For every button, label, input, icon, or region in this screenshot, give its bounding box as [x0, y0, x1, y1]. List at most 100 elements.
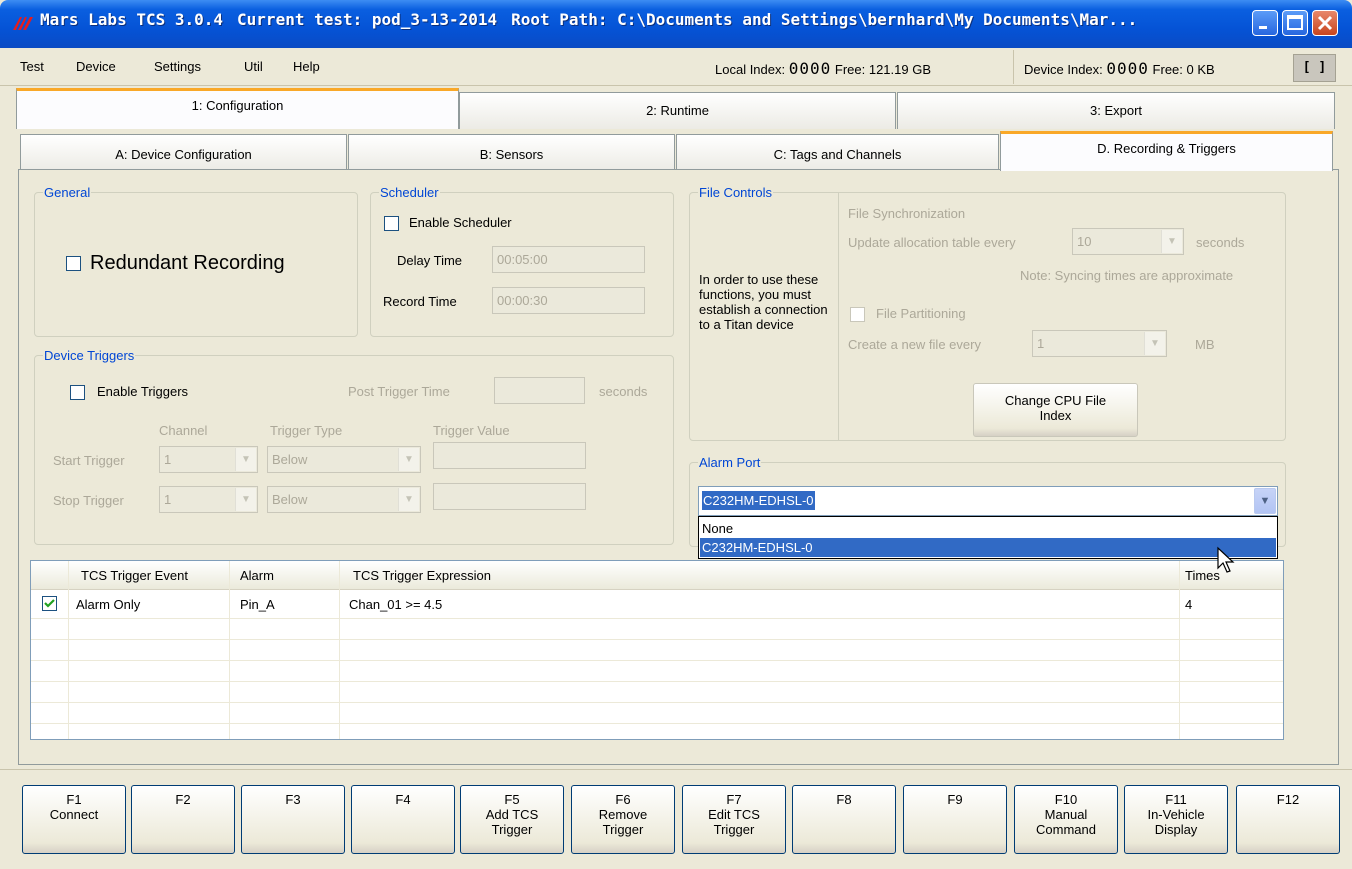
file-controls-divider: [838, 193, 839, 441]
local-index-label: Local Index:: [715, 62, 786, 77]
minimize-button[interactable]: [1252, 10, 1278, 36]
chevron-down-icon: ▼: [398, 448, 419, 471]
general-legend: General: [44, 185, 91, 200]
close-button[interactable]: [1312, 10, 1338, 36]
f6-remove-trigger-button[interactable]: F6 Remove Trigger: [571, 785, 675, 854]
fkey-label: F4: [395, 792, 411, 807]
alarm-port-legend: Alarm Port: [699, 455, 761, 470]
fkey-label: F6: [615, 792, 631, 807]
alarm-port-value: C232HM-EDHSL-0: [702, 491, 815, 510]
stop-trigger-value-input[interactable]: [433, 483, 586, 510]
file-controls-legend: File Controls: [699, 185, 772, 200]
alarm-port-select[interactable]: C232HM-EDHSL-0 ▼: [698, 486, 1278, 516]
title-bar[interactable]: Mars Labs TCS 3.0.4 Current test: pod_3-1…: [0, 0, 1352, 48]
enable-scheduler-checkbox[interactable]: [384, 216, 399, 231]
change-cpu-line2: Index: [1039, 408, 1072, 423]
device-status-box: [ ]: [1293, 54, 1336, 82]
tab-export[interactable]: 3: Export: [897, 92, 1335, 129]
f9-button[interactable]: F9: [903, 785, 1007, 854]
start-type-select[interactable]: Below ▼: [267, 446, 421, 473]
f5-add-tcs-trigger-button[interactable]: F5 Add TCS Trigger: [460, 785, 564, 854]
fkey-text: Trigger: [491, 822, 533, 837]
delay-time-input[interactable]: 00:05:00: [492, 246, 645, 273]
grid-row-line: [31, 618, 1283, 619]
chevron-down-icon: ▼: [235, 488, 256, 511]
menu-help[interactable]: Help: [293, 59, 320, 74]
stop-channel-value: 1: [164, 492, 172, 507]
f7-edit-tcs-trigger-button[interactable]: F7 Edit TCS Trigger: [682, 785, 786, 854]
fkey-label: F11: [1165, 792, 1187, 807]
fkey-text: In-Vehicle: [1147, 807, 1205, 822]
start-trigger-value-input[interactable]: [433, 442, 586, 469]
tab-tags-and-channels[interactable]: C: Tags and Channels: [676, 134, 999, 171]
menu-util[interactable]: Util: [244, 59, 263, 74]
fkey-text: Trigger: [713, 822, 755, 837]
start-channel-select[interactable]: 1 ▼: [159, 446, 258, 473]
alarm-port-option-none[interactable]: None: [700, 519, 1276, 538]
f3-button[interactable]: F3: [241, 785, 345, 854]
minimize-icon: [1259, 26, 1267, 29]
grid-row-line: [31, 660, 1283, 661]
f2-button[interactable]: F2: [131, 785, 235, 854]
file-partitioning-checkbox[interactable]: [850, 307, 865, 322]
header-alarm[interactable]: Alarm: [240, 568, 274, 583]
chevron-down-icon: ▼: [1144, 332, 1165, 355]
f4-button[interactable]: F4: [351, 785, 455, 854]
tab-configuration[interactable]: 1: Configuration: [16, 88, 459, 129]
fkey-text: Command: [1036, 822, 1096, 837]
f11-in-vehicle-display-button[interactable]: F11 In-Vehicle Display: [1124, 785, 1228, 854]
alarm-port-options: None C232HM-EDHSL-0: [698, 516, 1278, 559]
tab-device-configuration[interactable]: A: Device Configuration: [20, 134, 347, 171]
stop-channel-select[interactable]: 1 ▼: [159, 486, 258, 513]
menu-test[interactable]: Test: [20, 59, 44, 74]
row-times: 4: [1185, 597, 1193, 612]
start-trigger-label: Start Trigger: [53, 453, 125, 468]
tab-recording-triggers[interactable]: D. Recording & Triggers: [1000, 131, 1333, 171]
fkey-label: F3: [285, 792, 301, 807]
title-path: Root Path: C:\Documents and Settings\ber…: [511, 10, 1138, 29]
fkey-label: F5: [504, 792, 520, 807]
trigger-type-header: Trigger Type: [270, 423, 343, 438]
f12-button[interactable]: F12: [1236, 785, 1340, 854]
fkey-text: Connect: [49, 807, 99, 822]
fkey-label: F9: [947, 792, 963, 807]
fkey-label: F10: [1054, 792, 1078, 807]
stop-type-select[interactable]: Below ▼: [267, 486, 421, 513]
checkmark-icon: [44, 599, 55, 608]
record-time-label: Record Time: [383, 294, 457, 309]
enable-scheduler-label: Enable Scheduler: [409, 215, 512, 230]
alarm-port-option-c232hm[interactable]: C232HM-EDHSL-0: [700, 538, 1276, 557]
menu-bar: Test Device Settings Util Help Local Ind…: [0, 48, 1352, 86]
f1-connect-button[interactable]: F1 Connect: [22, 785, 126, 854]
f8-button[interactable]: F8: [792, 785, 896, 854]
change-cpu-file-index-button[interactable]: Change CPU File Index: [973, 383, 1138, 437]
row-enabled-checkbox[interactable]: [42, 596, 57, 611]
header-times[interactable]: Times: [1185, 568, 1220, 583]
menu-settings[interactable]: Settings: [154, 59, 201, 74]
file-sync-label: File Synchronization: [848, 206, 966, 221]
f10-manual-command-button[interactable]: F10 Manual Command: [1014, 785, 1118, 854]
tcs-trigger-grid[interactable]: TCS Trigger Event Alarm TCS Trigger Expr…: [30, 560, 1284, 740]
function-key-bar: F1 Connect F2 F3 F4 F5 Add TCS Trigger F6 Re…: [0, 769, 1352, 869]
tab-sensors[interactable]: B: Sensors: [348, 134, 675, 171]
partition-size-select[interactable]: 1 ▼: [1032, 330, 1167, 357]
fkey-text: Trigger: [602, 822, 644, 837]
tab-runtime[interactable]: 2: Runtime: [459, 92, 896, 129]
fkey-text: Edit TCS: [708, 807, 760, 822]
channel-header: Channel: [159, 423, 208, 438]
maximize-button[interactable]: [1282, 10, 1308, 36]
chevron-down-icon[interactable]: ▼: [1254, 488, 1276, 514]
record-time-input[interactable]: 00:00:30: [492, 287, 645, 314]
stop-type-value: Below: [272, 492, 308, 507]
enable-triggers-checkbox[interactable]: [70, 385, 85, 400]
device-triggers-legend: Device Triggers: [44, 348, 135, 363]
fkey-text: Manual: [1044, 807, 1088, 822]
header-trigger-event[interactable]: TCS Trigger Event: [81, 568, 188, 583]
window-title: Mars Labs TCS 3.0.4 Current test: pod_3-1…: [40, 10, 1151, 29]
menu-device[interactable]: Device: [76, 59, 116, 74]
post-trigger-input[interactable]: [494, 377, 585, 404]
update-interval-select[interactable]: 10 ▼: [1072, 228, 1184, 255]
header-trigger-expression[interactable]: TCS Trigger Expression: [353, 568, 491, 583]
redundant-recording-checkbox[interactable]: [66, 256, 81, 271]
title-test: Current test: pod_3-13-2014: [237, 10, 498, 29]
